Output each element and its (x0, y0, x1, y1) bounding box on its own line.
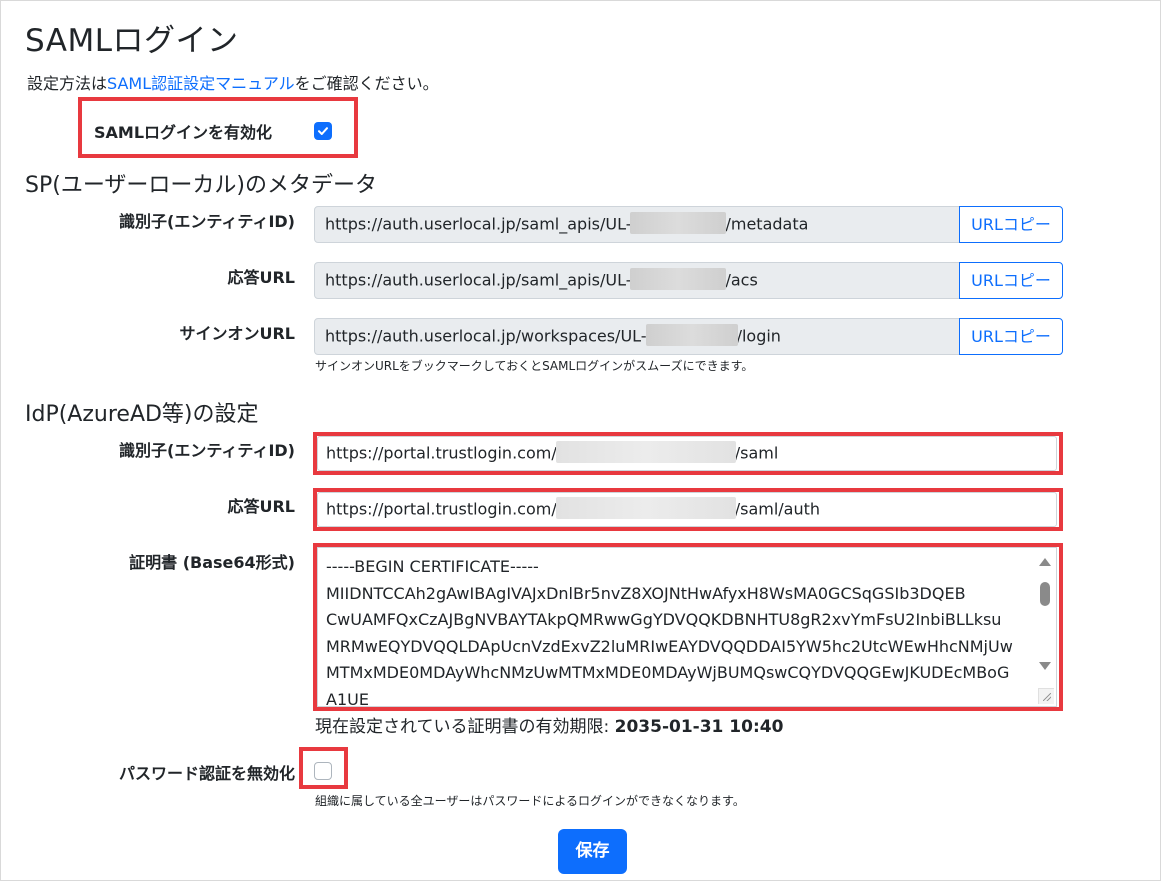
sp-signon-url-field[interactable]: https://auth.userlocal.jp/workspaces/UL-… (314, 318, 960, 355)
manual-link[interactable]: SAML認証設定マニュアル (107, 74, 295, 93)
signon-help-text: サインオンURLをブックマークしておくとSAMLログインがスムーズにできます。 (315, 359, 754, 373)
idp-section-title: IdP(AzureAD等)の設定 (25, 402, 259, 427)
disable-password-checkbox[interactable] (314, 762, 332, 780)
intro-text: 設定方法はSAML認証設定マニュアルをご確認ください。 (27, 70, 439, 94)
copy-sp-entity-id-button[interactable]: URLコピー (959, 206, 1063, 243)
idp-reply-url-input[interactable]: https://portal.trustlogin.com//saml/auth (317, 492, 1057, 527)
redacted-mask (555, 497, 736, 519)
scroll-down-arrow-icon[interactable] (1039, 662, 1051, 670)
enable-saml-checkbox[interactable] (314, 122, 332, 140)
disable-password-label: パスワード認証を無効化 (118, 764, 295, 783)
certificate-expiry-value: 2035-01-31 10:40 (614, 717, 784, 737)
redacted-mask (645, 324, 738, 346)
page-title: SAMLログイン (25, 23, 239, 59)
sp-entity-id-field[interactable]: https://auth.userlocal.jp/saml_apis/UL- /… (314, 206, 960, 243)
intro-prefix: 設定方法は (27, 74, 108, 93)
idp-entity-id-input[interactable]: https://portal.trustlogin.com//saml (317, 436, 1057, 471)
resize-grip-icon[interactable] (1038, 688, 1054, 704)
sp-entity-id-label: 識別子(エンティティID) (119, 212, 295, 231)
copy-sp-reply-url-button[interactable]: URLコピー (959, 262, 1063, 299)
certificate-expiry: 現在設定されている証明書の有効期限: 2035-01-31 10:40 (315, 717, 784, 737)
redacted-mask (630, 268, 727, 290)
save-button[interactable]: 保存 (558, 829, 627, 874)
sp-reply-url-label: 応答URL (227, 268, 295, 287)
certificate-label: 証明書 (Base64形式) (129, 553, 295, 572)
sp-section-title: SP(ユーザーローカル)のメタデータ (25, 173, 377, 198)
sp-reply-url-field[interactable]: https://auth.userlocal.jp/saml_apis/UL- /… (314, 262, 960, 299)
redacted-mask (555, 441, 736, 463)
redacted-mask (630, 212, 727, 234)
certificate-scrollbar[interactable] (1038, 554, 1052, 674)
disable-password-help: 組織に属している全ユーザーはパスワードによるログインができなくなります。 (315, 794, 745, 808)
intro-suffix: をご確認ください。 (294, 74, 439, 93)
scroll-up-arrow-icon[interactable] (1039, 558, 1051, 566)
page-frame: SAMLログイン 設定方法はSAML認証設定マニュアルをご確認ください。 SAM… (0, 0, 1161, 881)
idp-reply-url-label: 応答URL (227, 497, 295, 516)
enable-saml-label: SAMLログインを有効化 (94, 123, 273, 142)
copy-sp-signon-url-button[interactable]: URLコピー (959, 318, 1063, 355)
scroll-thumb[interactable] (1040, 582, 1050, 606)
idp-entity-id-label: 識別子(エンティティID) (119, 441, 295, 460)
check-icon (318, 127, 328, 135)
certificate-textarea[interactable]: -----BEGIN CERTIFICATE----- MIIDNTCCAh2gA… (317, 547, 1057, 709)
certificate-text: -----BEGIN CERTIFICATE----- MIIDNTCCAh2gA… (326, 557, 1013, 709)
sp-signon-url-label: サインオンURL (179, 324, 295, 343)
